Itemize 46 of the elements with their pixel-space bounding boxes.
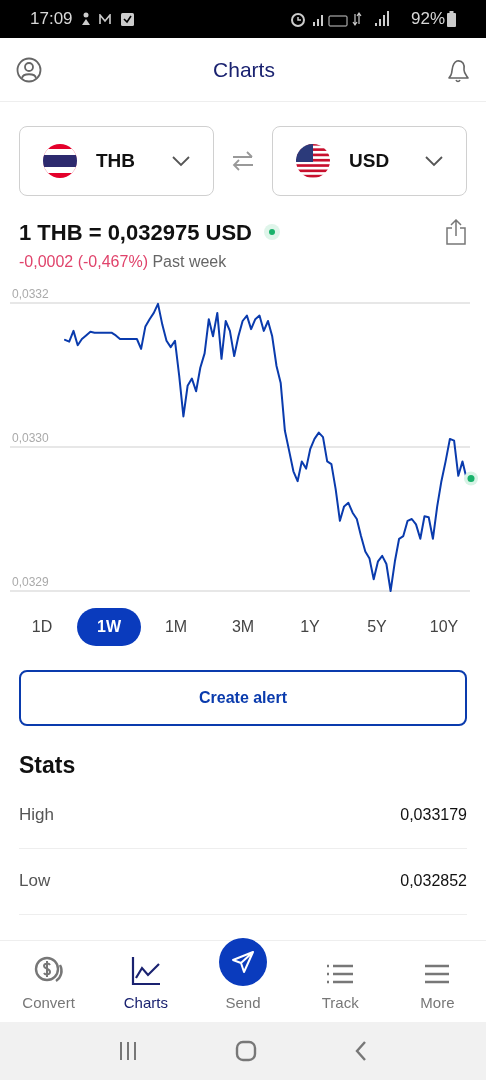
stat-value: 0,033179: [400, 805, 467, 825]
mail-icon: [98, 13, 111, 25]
stats-heading: Stats: [19, 751, 77, 780]
stat-label: Low: [19, 870, 51, 893]
back-icon[interactable]: [353, 1040, 368, 1062]
stat-label: High: [19, 804, 54, 827]
range-tab[interactable]: 1W: [77, 608, 141, 646]
stat-value: 0,032852: [400, 871, 467, 891]
current-point-marker: [464, 471, 478, 486]
create-alert-button[interactable]: Create alert: [19, 670, 467, 726]
exchange-rate: 1 THB = 0,032975 USD: [19, 218, 252, 247]
flag-icon: [42, 143, 78, 179]
rate-period: Past week: [152, 253, 227, 270]
status-time: 17:09: [30, 8, 73, 31]
person-icon: [80, 12, 91, 26]
checkbox-icon: [120, 12, 134, 26]
page-title: Charts: [213, 56, 275, 83]
chart-icon: [130, 955, 161, 986]
axis-label: 0,0329: [12, 575, 49, 589]
nav-tab[interactable]: Send: [194, 941, 292, 1022]
range-tab[interactable]: 10Y: [412, 608, 476, 646]
nav-tab[interactable]: More: [388, 941, 486, 1022]
nav-tab[interactable]: Track: [291, 941, 389, 1022]
axis-label: 0,0330: [12, 431, 49, 445]
nav-tab[interactable]: Convert: [0, 941, 98, 1022]
range-tab[interactable]: 1D: [10, 608, 74, 646]
chevron-down-icon: [171, 155, 191, 167]
rate-change: -0,0002 (-0,467%): [19, 253, 148, 270]
chevron-down-icon: [424, 155, 444, 167]
range-tab[interactable]: 3M: [211, 608, 275, 646]
range-tab[interactable]: 1M: [144, 608, 208, 646]
currency-selector[interactable]: USD: [272, 126, 467, 196]
axis-label: 0,0332: [12, 287, 49, 301]
home-icon[interactable]: [235, 1040, 257, 1062]
share-icon[interactable]: [445, 219, 467, 245]
flag-icon: [295, 143, 331, 179]
send-button-icon: [219, 937, 267, 986]
nav-tab[interactable]: Charts: [97, 941, 195, 1022]
range-tab[interactable]: 1Y: [278, 608, 342, 646]
recent-apps-icon[interactable]: [118, 1041, 139, 1061]
range-tab[interactable]: 5Y: [345, 608, 409, 646]
battery-percent: 92%: [410, 8, 445, 31]
swap-icon[interactable]: [231, 150, 255, 172]
currency-selector[interactable]: THB: [19, 126, 214, 196]
battery-icon: [447, 11, 456, 27]
profile-icon[interactable]: [16, 56, 42, 83]
